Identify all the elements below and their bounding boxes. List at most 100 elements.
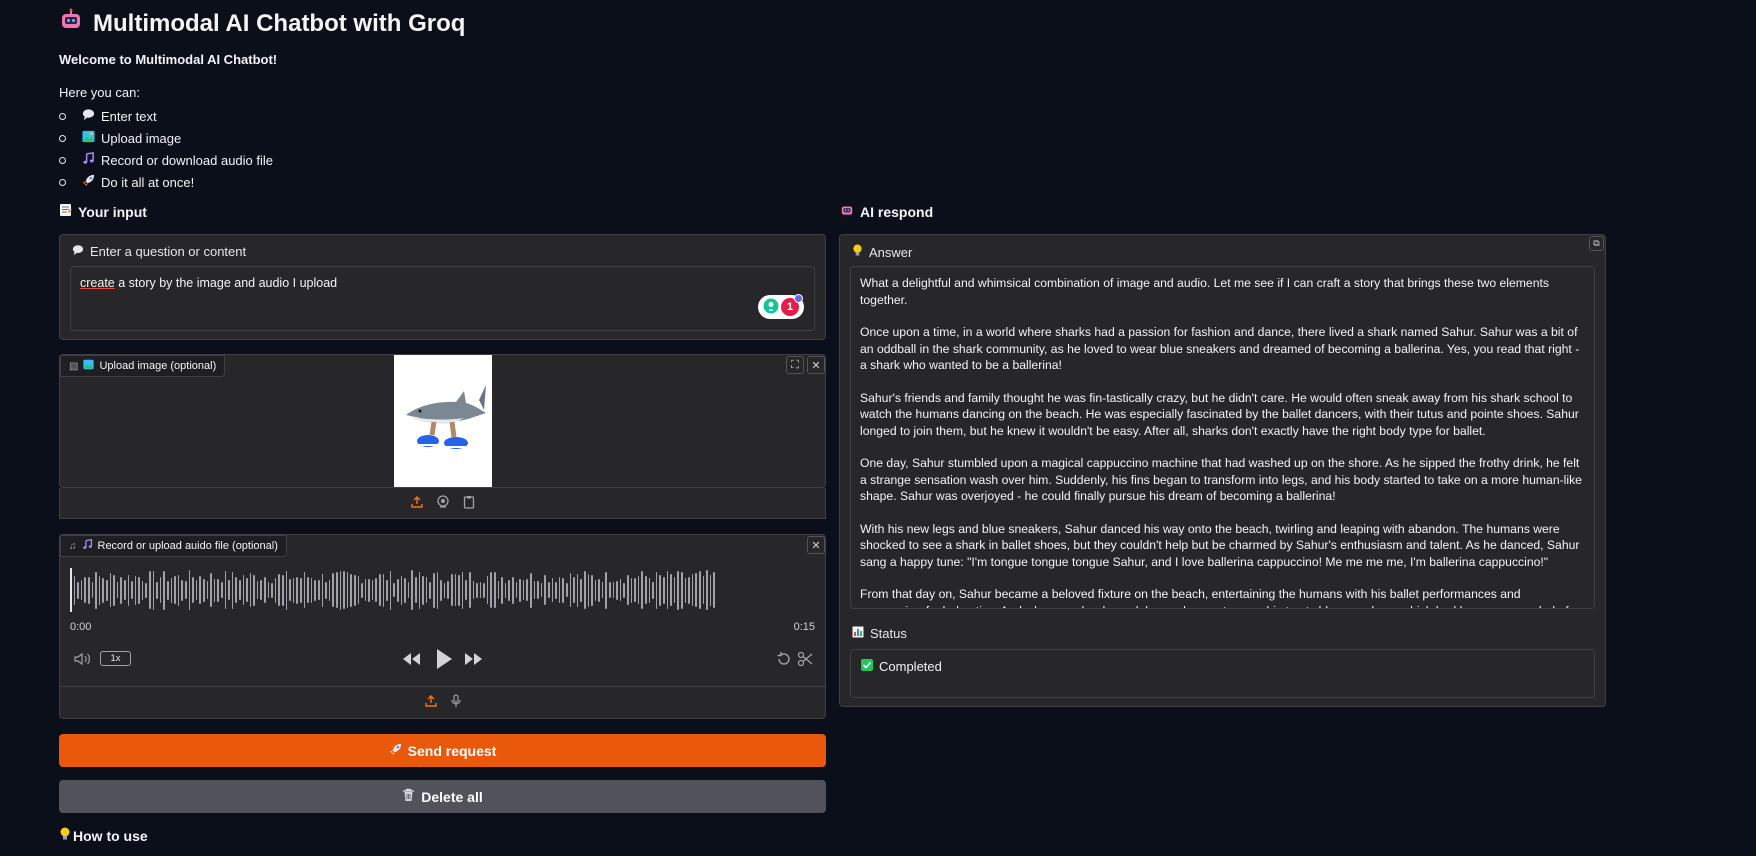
- waveform-bar: [483, 582, 485, 598]
- waveform-bar: [314, 579, 316, 601]
- question-input[interactable]: create a story by the image and audio I …: [70, 266, 815, 331]
- delete-all-button[interactable]: Delete all: [59, 780, 826, 813]
- waveform-bar: [476, 582, 478, 598]
- waveform-bar: [468, 572, 471, 608]
- waveform-bar: [630, 577, 633, 603]
- memo-icon: [59, 203, 72, 220]
- rewind-icon[interactable]: [401, 652, 421, 669]
- answer-paragraph: Sahur's friends and family thought he wa…: [860, 390, 1579, 438]
- playhead[interactable]: [70, 568, 72, 612]
- waveform-bar: [127, 574, 130, 606]
- waveform-bar: [246, 578, 248, 602]
- waveform-bar: [346, 572, 349, 608]
- waveform-bar: [77, 581, 79, 599]
- waveform-bar: [357, 576, 360, 604]
- waveform-bar: [145, 582, 148, 598]
- answer-textbox[interactable]: What a delightful and whimsical combinat…: [850, 266, 1595, 609]
- waveform-bar: [515, 582, 518, 598]
- waveform-bar: [307, 577, 309, 603]
- waveform-bar: [113, 574, 115, 606]
- upload-icon[interactable]: [424, 694, 438, 711]
- waveform-bar: [328, 579, 331, 601]
- reset-icon[interactable]: [776, 651, 792, 670]
- waveform-bar: [558, 577, 561, 603]
- waveform-bar: [156, 581, 158, 599]
- waveform-bar: [382, 573, 385, 607]
- waveform-bar: [98, 575, 101, 605]
- upload-icon[interactable]: [410, 495, 424, 512]
- waveform-bar: [519, 578, 521, 602]
- waveform-bar: [415, 577, 417, 603]
- question-label: Enter a question or content: [72, 244, 246, 259]
- fullscreen-icon[interactable]: ⛶: [786, 356, 804, 374]
- waveform-bar: [688, 576, 690, 604]
- waveform-bar: [540, 583, 543, 597]
- waveform-bar: [598, 578, 600, 602]
- page-title: Multimodal AI Chatbot with Groq: [59, 8, 465, 39]
- waveform-bar: [228, 580, 230, 600]
- grammarly-widget[interactable]: 1: [758, 294, 804, 319]
- waveform-bar: [231, 571, 234, 609]
- waveform-bar: [670, 574, 672, 606]
- answer-paragraph: Once upon a time, in a world where shark…: [860, 325, 1580, 372]
- playback-speed-button[interactable]: 1x: [100, 651, 131, 666]
- volume-icon[interactable]: [74, 652, 92, 669]
- waveform-bar: [95, 571, 97, 609]
- waveform-bar: [163, 570, 166, 610]
- waveform-bar: [634, 578, 636, 602]
- waveform-bar: [637, 576, 640, 604]
- waveform-bar: [508, 579, 511, 601]
- answer-paragraph: One day, Sahur stumbled upon a magical c…: [860, 456, 1582, 503]
- waveform-bar: [512, 576, 514, 604]
- feature-list: Enter text Upload image Record or downlo…: [59, 105, 273, 193]
- waveform-bar: [123, 580, 126, 600]
- microphone-icon[interactable]: [450, 694, 462, 711]
- close-icon[interactable]: ✕: [807, 356, 825, 374]
- waveform-bar: [368, 578, 370, 602]
- waveform-bar: [206, 581, 209, 599]
- waveform-bar: [177, 574, 180, 606]
- waveform-bar: [138, 576, 140, 604]
- waveform-bar: [659, 574, 661, 606]
- waveform-bar: [260, 580, 263, 600]
- trash-icon: [402, 788, 415, 805]
- status-textbox[interactable]: Completed: [850, 649, 1595, 698]
- waveform-bar: [379, 574, 381, 606]
- fast-forward-icon[interactable]: [464, 652, 484, 669]
- waveform-bar: [91, 582, 94, 598]
- trim-scissors-icon[interactable]: [797, 651, 813, 670]
- waveform-bar: [303, 572, 306, 608]
- send-request-button[interactable]: Send request: [59, 734, 826, 767]
- waveform-bar: [702, 576, 705, 604]
- waveform-bar: [565, 583, 568, 597]
- robot-icon: [59, 8, 83, 39]
- waveform-bar: [393, 583, 396, 597]
- audio-icon: ♫: [69, 540, 77, 552]
- audio-upload-block: ♫ Record or upload auido file (optional)…: [59, 534, 826, 719]
- waveform-bar: [655, 571, 658, 609]
- webcam-icon[interactable]: [436, 494, 450, 512]
- copy-icon[interactable]: ⧉: [1589, 236, 1604, 251]
- audio-waveform[interactable]: [70, 568, 815, 612]
- waveform-bar: [422, 575, 424, 605]
- waveform-bar: [691, 574, 694, 606]
- play-icon[interactable]: [435, 648, 453, 673]
- waveform-bar: [325, 581, 327, 599]
- waveform-bar: [300, 577, 302, 603]
- waveform-bar: [397, 578, 399, 602]
- waveform-bar: [141, 580, 144, 600]
- image-source-toolbar: [59, 488, 826, 519]
- waveform-bar: [583, 571, 586, 609]
- waveform-bar: [436, 571, 439, 609]
- clipboard-icon[interactable]: [462, 495, 476, 512]
- grammarly-badge: 1: [781, 294, 803, 316]
- audio-source-toolbar: [60, 687, 825, 718]
- waveform-bar: [238, 580, 241, 600]
- uploaded-image-preview: [394, 355, 492, 487]
- waveform-bar: [680, 571, 683, 609]
- list-item: Enter text: [59, 105, 273, 127]
- waveform-bar: [321, 573, 324, 607]
- image-upload-block: ▧ Upload image (optional) ⛶ ✕: [59, 354, 826, 488]
- close-icon[interactable]: ✕: [807, 536, 825, 554]
- how-to-use-heading[interactable]: How to use: [59, 827, 148, 844]
